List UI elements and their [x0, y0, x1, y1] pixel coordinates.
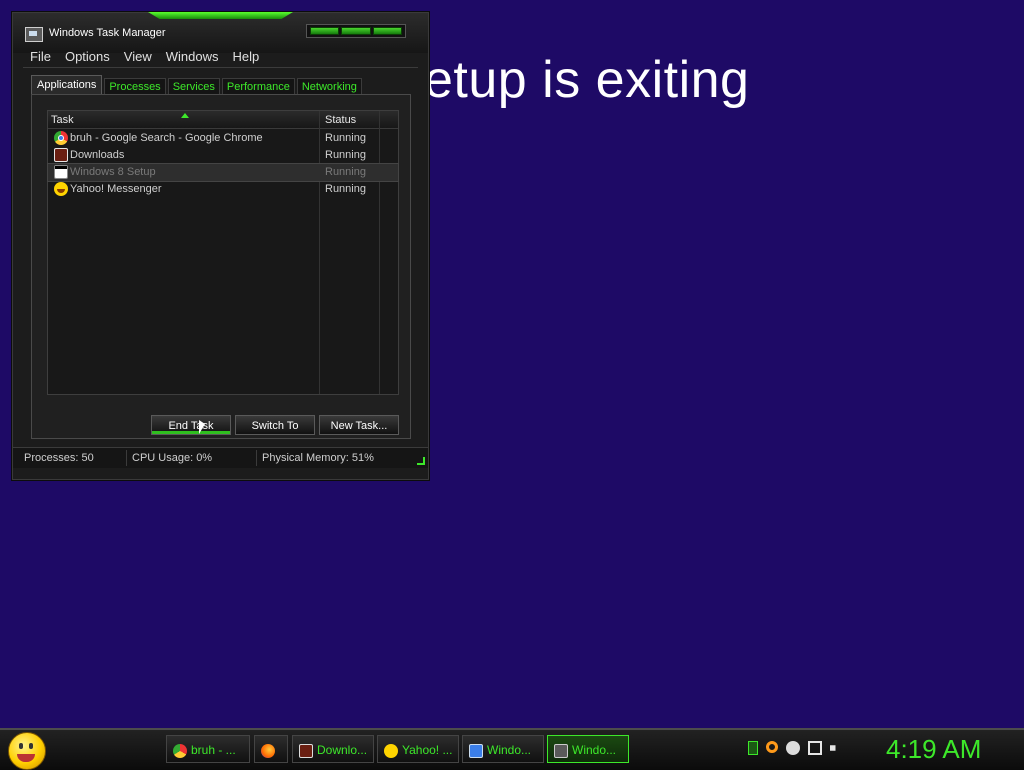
yahoo-messenger-icon	[384, 743, 398, 758]
taskbar-item-yahoo-messenger[interactable]: Yahoo! ...	[377, 735, 459, 763]
taskbar-item-windows-setup[interactable]: Windo...	[462, 735, 544, 763]
menu-divider	[23, 67, 418, 68]
taskbar-item-downloads[interactable]: Downlo...	[292, 735, 374, 763]
window-controls	[306, 24, 406, 38]
chrome-icon	[54, 131, 68, 145]
minimize-button[interactable]	[310, 27, 340, 35]
cpu-usage: CPU Usage: 0%	[132, 452, 213, 464]
menu-options[interactable]: Options	[58, 48, 117, 66]
setup-exiting-message: etup is exiting	[424, 51, 750, 109]
maximize-button[interactable]	[341, 27, 371, 35]
menu-view[interactable]: View	[117, 48, 159, 66]
task-manager-icon	[25, 27, 43, 42]
resize-grip-icon[interactable]	[417, 457, 425, 465]
task-status: Running	[325, 132, 366, 144]
processes-count: Processes: 50	[24, 452, 94, 464]
taskbar-item-label: Yahoo! ...	[402, 743, 453, 757]
new-task-button[interactable]: New Task...	[319, 415, 399, 435]
list-item-selected[interactable]: Windows 8 Setup Running	[47, 163, 399, 182]
taskbar-item-label: Downlo...	[317, 743, 368, 757]
menu-file[interactable]: File	[23, 48, 58, 66]
yahoo-messenger-icon	[54, 182, 68, 196]
tab-strip: Applications Processes Services Performa…	[31, 75, 362, 96]
status-divider	[256, 450, 257, 466]
end-task-button[interactable]: End Task	[151, 415, 231, 435]
list-item[interactable]: Downloads Running	[48, 147, 398, 164]
column-header-task[interactable]: Task	[51, 114, 74, 126]
list-header: Task Status	[48, 111, 398, 129]
downloads-icon	[299, 743, 313, 758]
system-tray	[740, 741, 844, 757]
taskbar-item-chrome[interactable]: bruh - ...	[166, 735, 250, 763]
title-bar[interactable]: Windows Task Manager	[13, 13, 428, 53]
window-glow-decoration	[148, 12, 293, 19]
sort-ascending-icon	[181, 113, 189, 118]
taskbar-item-label: Windo...	[572, 743, 617, 757]
taskbar-item-firefox[interactable]	[254, 735, 288, 763]
network-icon[interactable]	[808, 741, 822, 755]
task-name: Yahoo! Messenger	[70, 183, 162, 195]
task-status: Running	[325, 183, 366, 195]
setup-icon	[469, 743, 483, 758]
chrome-icon	[173, 743, 187, 758]
menu-windows[interactable]: Windows	[159, 48, 226, 66]
task-manager-icon	[554, 743, 568, 758]
switch-to-button[interactable]: Switch To	[235, 415, 315, 435]
taskbar-item-label: bruh - ...	[191, 743, 236, 757]
messenger-tray-icon[interactable]	[786, 741, 800, 755]
volume-icon[interactable]	[830, 741, 842, 755]
close-button[interactable]	[372, 27, 402, 35]
status-bar: Processes: 50 CPU Usage: 0% Physical Mem…	[13, 447, 428, 468]
column-header-status[interactable]: Status	[325, 114, 356, 126]
downloads-icon	[54, 148, 68, 162]
task-rows: bruh - Google Search - Google Chrome Run…	[47, 130, 399, 198]
taskbar: bruh - ... Downlo... Yahoo! ... Windo...…	[0, 728, 1024, 770]
task-manager-window: Windows Task Manager File Options View W…	[12, 12, 429, 480]
task-list[interactable]: Task Status bruh - Google Search - Googl…	[47, 110, 399, 395]
task-name: Windows 8 Setup	[70, 166, 156, 178]
task-status: Running	[325, 149, 366, 161]
taskbar-item-label: Windo...	[487, 743, 532, 757]
physical-memory: Physical Memory: 51%	[262, 452, 374, 464]
task-name: Downloads	[70, 149, 125, 161]
taskbar-item-task-manager[interactable]: Windo...	[547, 735, 629, 763]
search-icon[interactable]	[766, 741, 778, 753]
status-divider	[126, 450, 127, 466]
applications-panel: Task Status bruh - Google Search - Googl…	[31, 94, 411, 439]
green-square-icon[interactable]	[748, 741, 758, 755]
task-name: bruh - Google Search - Google Chrome	[70, 132, 263, 144]
setup-icon	[54, 165, 68, 179]
taskbar-clock[interactable]: 4:19 AM	[886, 734, 981, 765]
window-title: Windows Task Manager	[49, 27, 166, 39]
start-button[interactable]	[8, 732, 46, 770]
mouse-cursor-icon	[199, 420, 205, 434]
menu-help[interactable]: Help	[225, 48, 266, 66]
task-status: Running	[325, 166, 366, 178]
tab-applications[interactable]: Applications	[31, 75, 103, 96]
menu-bar: File Options View Windows Help	[23, 48, 418, 66]
list-item[interactable]: Yahoo! Messenger Running	[48, 181, 398, 198]
firefox-icon	[261, 743, 275, 758]
list-item[interactable]: bruh - Google Search - Google Chrome Run…	[48, 130, 398, 147]
